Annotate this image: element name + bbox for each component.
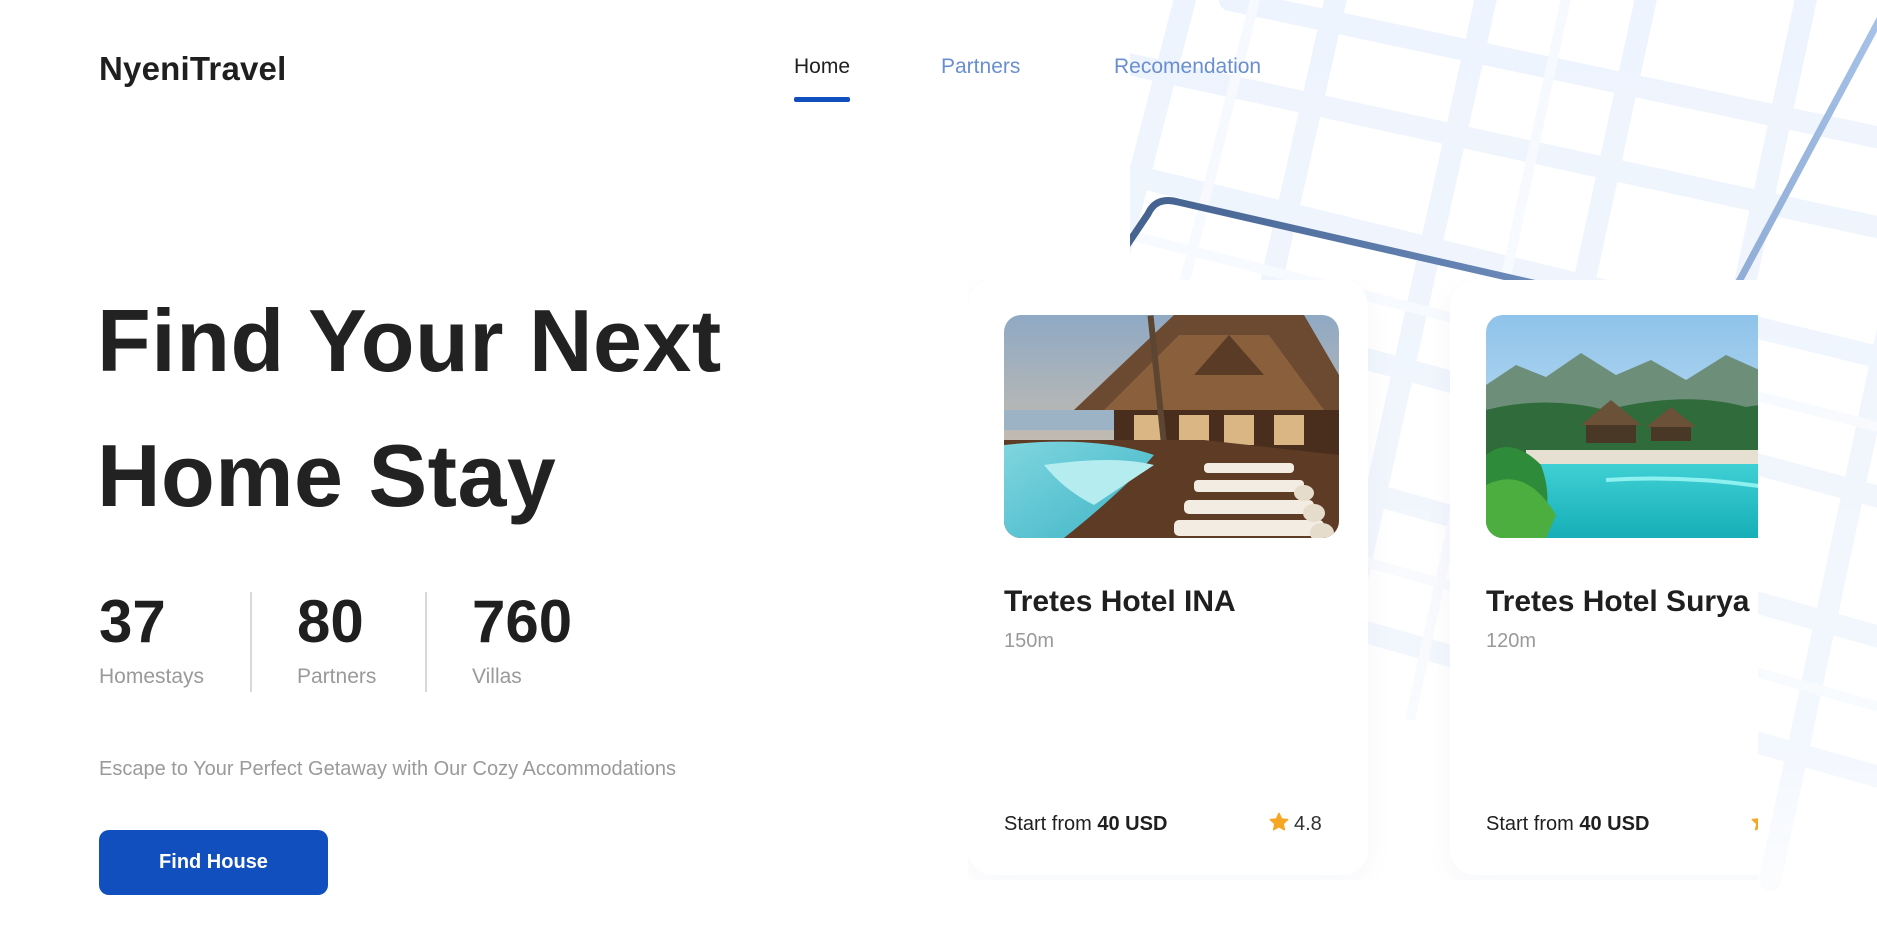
stat-value: 37 — [99, 588, 166, 655]
price-prefix: Start from — [1486, 813, 1574, 835]
card-price: Start from 40 USD — [1004, 813, 1167, 836]
stat-label: Partners — [297, 665, 377, 688]
hero-title: Find Your Next Home Stay — [97, 273, 722, 543]
stat-partners: 80 Partners — [297, 592, 376, 689]
stat-label: Homestays — [99, 665, 205, 688]
homestay-carousel[interactable]: Tretes Hotel INA 150m Start from 40 USD … — [968, 280, 1758, 880]
price-prefix: Start from — [1004, 813, 1092, 835]
rating-value: 4.8 — [1294, 813, 1322, 835]
nav-recomendation[interactable]: Recomendation — [1114, 55, 1261, 79]
stat-divider — [250, 592, 252, 692]
stat-homestays: 37 Homestays — [99, 592, 204, 689]
nav-home[interactable]: Home — [794, 55, 851, 102]
price-value: 40 USD — [1097, 813, 1168, 835]
star-icon — [1751, 818, 1758, 831]
card-price: Start from 40 USD — [1486, 813, 1649, 836]
homestay-card[interactable]: Tretes Hotel Surya 120m Start from 40 US… — [1450, 280, 1758, 875]
tropical-resort-pool-photo — [1486, 315, 1758, 538]
card-title[interactable]: Tretes Hotel INA — [1004, 585, 1236, 619]
stat-label: Villas — [472, 665, 522, 688]
find-house-button[interactable]: Find House — [99, 830, 328, 895]
star-icon — [1269, 812, 1289, 831]
stat-villas: 760 Villas — [472, 592, 572, 689]
card-title[interactable]: Tretes Hotel Surya — [1486, 585, 1749, 619]
card-distance: 120m — [1486, 630, 1537, 652]
hero-tagline: Escape to Your Perfect Getaway with Our … — [99, 758, 676, 780]
stat-divider — [425, 592, 427, 692]
brand-logo[interactable]: NyeniTravel — [99, 50, 286, 88]
hero-title-line2: Home Stay — [97, 426, 557, 525]
hotel-pool-deck-photo — [1004, 315, 1339, 538]
price-value: 40 USD — [1579, 813, 1650, 835]
homestay-card[interactable]: Tretes Hotel INA 150m Start from 40 USD … — [968, 280, 1368, 875]
card-rating — [1750, 811, 1758, 836]
nav-partners[interactable]: Partners — [941, 55, 1020, 79]
hero-title-line1: Find Your Next — [97, 291, 722, 390]
card-distance: 150m — [1004, 630, 1055, 652]
stat-value: 760 — [472, 588, 573, 655]
card-rating: 4.8 — [1268, 811, 1322, 836]
stat-value: 80 — [297, 588, 364, 655]
